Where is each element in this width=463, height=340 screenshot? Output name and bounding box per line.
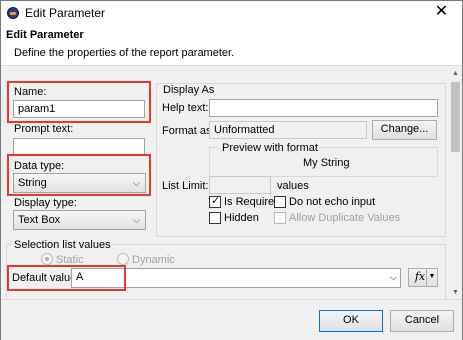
scrollbar-thumb[interactable] [451, 82, 460, 152]
preview-value: My String [303, 157, 350, 169]
close-icon[interactable]: ✕ [421, 1, 462, 25]
do-not-echo-checkbox[interactable] [274, 196, 286, 208]
is-required-checkbox[interactable] [209, 194, 221, 208]
window-title: Edit Parameter [25, 6, 106, 20]
edit-parameter-dialog: Edit Parameter ✕ Edit Parameter Define t… [0, 0, 463, 340]
ok-button[interactable]: OK [319, 310, 383, 332]
chevron-down-icon: ⌵ [133, 215, 140, 225]
vertical-scrollbar[interactable]: ▲ ▼ [449, 67, 462, 299]
list-limit-unit: values [277, 180, 309, 192]
selection-list-label: Selection list values [12, 239, 113, 251]
scroll-up-icon[interactable]: ▲ [449, 67, 462, 80]
display-type-select[interactable]: Text Box ⌵ [13, 210, 146, 230]
name-highlight [7, 81, 151, 123]
dynamic-radio[interactable] [117, 253, 129, 265]
default-value-highlight [7, 265, 126, 291]
allow-duplicates-label: Allow Duplicate Values [289, 212, 401, 224]
format-as-value: Unformatted [209, 121, 367, 139]
content-area: Name: param1 Prompt text: Data type: Str… [1, 67, 462, 299]
list-limit-input[interactable] [209, 176, 271, 194]
eclipse-app-icon [7, 7, 19, 19]
page-description: Define the properties of the report para… [14, 47, 235, 59]
list-limit-label: List Limit: [162, 180, 209, 192]
title-bar[interactable]: Edit Parameter ✕ [1, 1, 462, 25]
prompt-text-label: Prompt text: [14, 123, 74, 135]
format-as-label: Format as: [162, 125, 215, 137]
page-title: Edit Parameter [6, 29, 84, 41]
chevron-down-icon[interactable]: ⌵ [390, 272, 397, 283]
is-required-label: Is Required [224, 196, 281, 208]
help-text-label: Help text: [162, 102, 209, 114]
scroll-down-icon[interactable]: ▼ [449, 286, 462, 299]
dynamic-radio-label: Dynamic [132, 254, 175, 266]
display-as-label: Display As [163, 84, 215, 96]
change-format-button[interactable]: Change... [372, 120, 437, 140]
dialog-header: Edit Parameter Define the properties of … [1, 25, 462, 66]
cancel-button[interactable]: Cancel [390, 310, 454, 332]
hidden-checkbox[interactable] [209, 212, 221, 224]
dialog-footer: OK Cancel [1, 299, 462, 340]
display-type-value: Text Box [18, 214, 61, 226]
fx-menu-button[interactable]: ▼ [426, 268, 438, 287]
help-text-input[interactable] [209, 99, 438, 117]
data-type-highlight [7, 154, 151, 196]
allow-duplicates-checkbox[interactable] [274, 212, 286, 224]
static-radio[interactable] [41, 253, 53, 265]
do-not-echo-label: Do not echo input [289, 196, 376, 208]
preview-label: Preview with format [219, 142, 321, 154]
hidden-label: Hidden [224, 212, 259, 224]
display-type-label: Display type: [14, 197, 77, 209]
